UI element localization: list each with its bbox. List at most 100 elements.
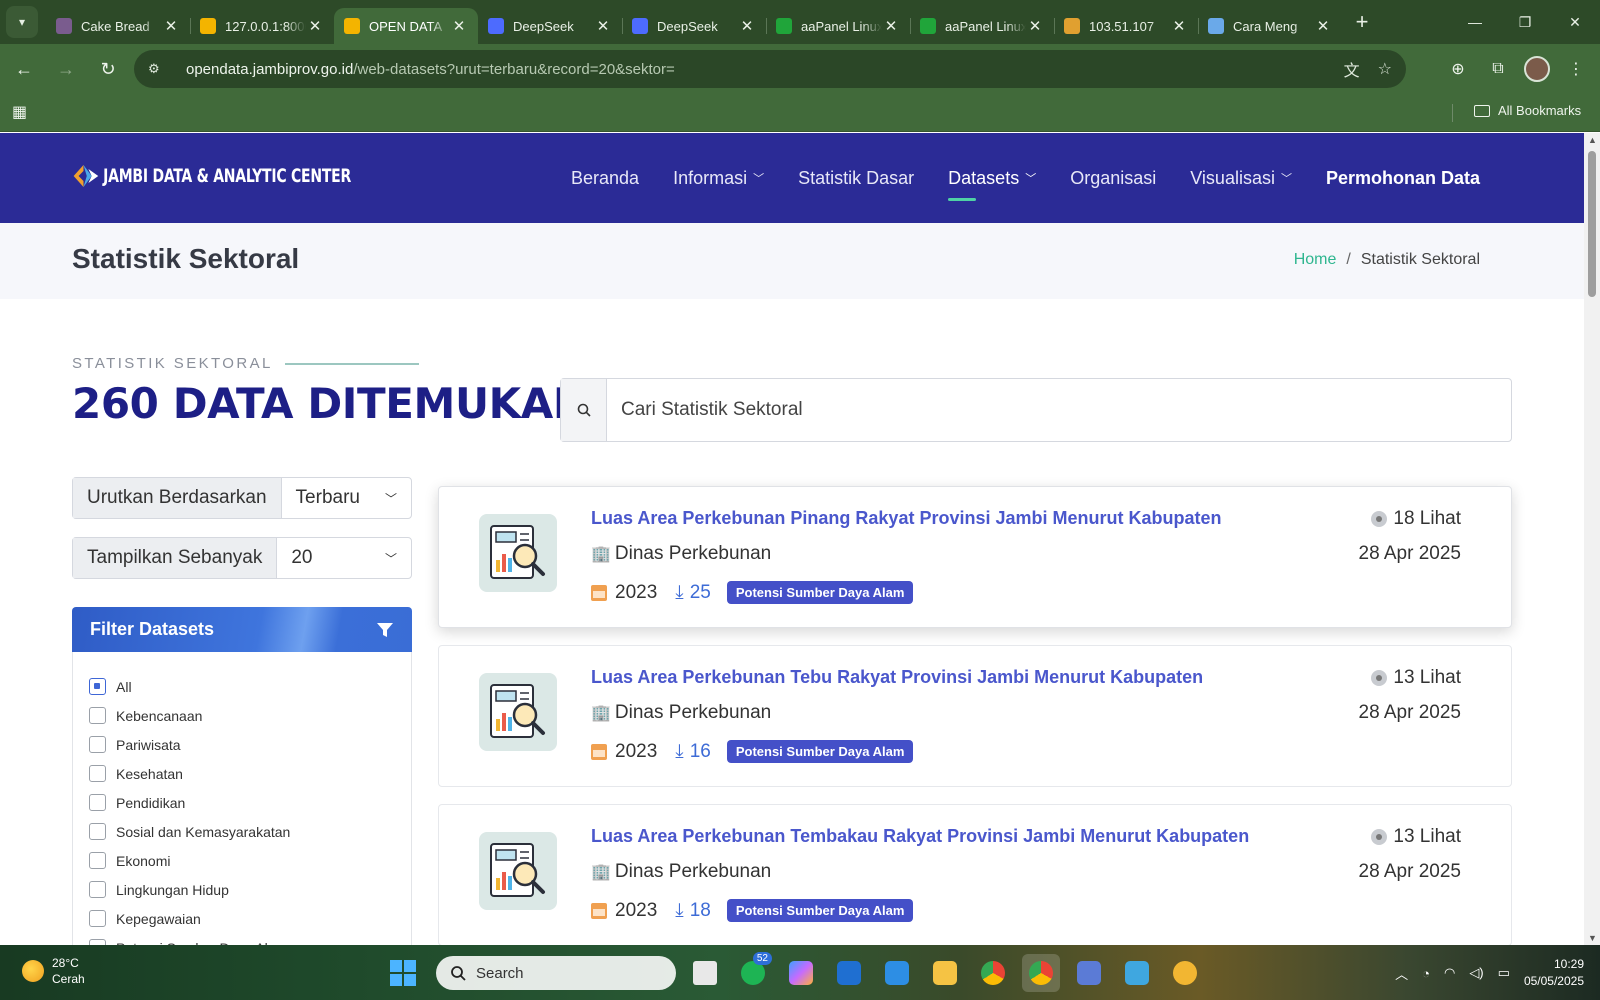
- scroll-down-icon[interactable]: ▼: [1588, 933, 1597, 943]
- wifi-icon[interactable]: ◠: [1444, 965, 1455, 981]
- close-tab-icon[interactable]: ✕: [450, 17, 468, 35]
- bookmark-star-icon[interactable]: ☆: [1378, 59, 1392, 79]
- restore-icon[interactable]: ❐: [1500, 0, 1550, 44]
- close-tab-icon[interactable]: ✕: [1314, 17, 1332, 35]
- filter-option[interactable]: Kesehatan: [89, 759, 290, 788]
- site-logo[interactable]: JAMBI DATA & ANALYTIC CENTER: [72, 161, 351, 191]
- site-info-icon[interactable]: ⚙: [148, 61, 166, 77]
- search-icon[interactable]: [561, 379, 607, 441]
- close-tab-icon[interactable]: ✕: [1170, 17, 1188, 35]
- close-window-icon[interactable]: ✕: [1550, 0, 1600, 44]
- nav-item[interactable]: Beranda: [571, 168, 639, 189]
- browser-tab[interactable]: OPEN DATA ✕: [334, 8, 478, 44]
- browser-tab[interactable]: aaPanel Linux ✕: [766, 8, 910, 44]
- browser-tab[interactable]: Cake Bread ✕: [46, 8, 190, 44]
- reload-icon[interactable]: ↻: [90, 51, 126, 87]
- nav-item[interactable]: Statistik Dasar: [798, 168, 914, 189]
- nav-item[interactable]: Organisasi: [1070, 168, 1156, 189]
- filter-option[interactable]: Potensi Sumber Daya Alam: [89, 933, 290, 945]
- taskbar-search[interactable]: Search: [436, 956, 676, 990]
- back-icon[interactable]: ←: [6, 51, 42, 87]
- address-bar[interactable]: ⚙ opendata.jambiprov.go.id/web-datasets?…: [134, 50, 1406, 88]
- chrome-icon[interactable]: [974, 954, 1012, 992]
- filter-option[interactable]: Sosial dan Kemasyarakatan: [89, 817, 290, 846]
- search-input[interactable]: [607, 379, 1511, 441]
- dataset-title-link[interactable]: Luas Area Perkebunan Tembakau Rakyat Pro…: [591, 826, 1249, 847]
- filter-funnel-icon[interactable]: [376, 621, 394, 639]
- notepad-icon[interactable]: [1118, 954, 1156, 992]
- task-view-icon[interactable]: [686, 954, 724, 992]
- extensions-puzzle-icon[interactable]: ⧉: [1484, 55, 1512, 83]
- filter-checkbox[interactable]: [89, 852, 106, 869]
- forward-icon[interactable]: →: [48, 51, 84, 87]
- browser-tab[interactable]: DeepSeek ✕: [622, 8, 766, 44]
- battery-icon[interactable]: ▭: [1498, 965, 1510, 981]
- filter-option[interactable]: Ekonomi: [89, 846, 290, 875]
- translate-icon[interactable]: 文: [1344, 57, 1360, 81]
- weather-widget[interactable]: 28°C Cerah: [22, 955, 85, 987]
- nav-item[interactable]: Datasets ﹀: [948, 168, 1036, 201]
- close-tab-icon[interactable]: ✕: [594, 17, 612, 35]
- copilot-icon[interactable]: [782, 954, 820, 992]
- filter-checkbox[interactable]: [89, 794, 106, 811]
- filter-option[interactable]: All: [89, 672, 290, 701]
- filter-option[interactable]: Pariwisata: [89, 730, 290, 759]
- browser-tab[interactable]: 127.0.0.1:8000 ✕: [190, 8, 334, 44]
- minimize-icon[interactable]: —: [1450, 0, 1500, 44]
- browser-tab[interactable]: aaPanel Linux ✕: [910, 8, 1054, 44]
- dataset-title-link[interactable]: Luas Area Perkebunan Pinang Rakyat Provi…: [591, 508, 1222, 529]
- scrollbar-thumb[interactable]: [1588, 151, 1596, 297]
- browser-tab[interactable]: DeepSeek ✕: [478, 8, 622, 44]
- page-size-select[interactable]: 20 ﹀: [277, 538, 411, 578]
- apps-grid-icon[interactable]: ▦: [12, 102, 27, 122]
- nav-item[interactable]: Informasi ﹀: [673, 168, 764, 189]
- url-text[interactable]: opendata.jambiprov.go.id/web-datasets?ur…: [186, 61, 675, 78]
- browser-menu-icon[interactable]: ⋮: [1562, 55, 1590, 83]
- filter-option[interactable]: Kepegawaian: [89, 904, 290, 933]
- clock[interactable]: 10:29 05/05/2025: [1524, 956, 1584, 990]
- tab-search-button[interactable]: ▾: [6, 6, 38, 38]
- whatsapp-icon[interactable]: 52: [734, 952, 772, 992]
- vscode-icon[interactable]: [878, 954, 916, 992]
- all-bookmarks-button[interactable]: All Bookmarks: [1474, 103, 1581, 118]
- volume-icon[interactable]: ◁): [1469, 965, 1483, 981]
- filter-checkbox[interactable]: [89, 736, 106, 753]
- microsoft-store-icon[interactable]: [830, 954, 868, 992]
- scroll-up-icon[interactable]: ▲: [1588, 135, 1597, 145]
- filter-checkbox[interactable]: [89, 881, 106, 898]
- file-explorer-icon[interactable]: [926, 954, 964, 992]
- profile-avatar[interactable]: [1524, 56, 1550, 82]
- add-extension-icon[interactable]: ⊕: [1444, 55, 1472, 83]
- close-tab-icon[interactable]: ✕: [738, 17, 756, 35]
- browser-tab[interactable]: 103.51.107 ✕: [1054, 8, 1198, 44]
- filter-checkbox[interactable]: [89, 678, 106, 695]
- sector-badge[interactable]: Potensi Sumber Daya Alam: [726, 581, 914, 604]
- new-tab-button[interactable]: +: [1348, 8, 1376, 36]
- page-scrollbar[interactable]: ▲ ▼: [1584, 133, 1600, 945]
- close-tab-icon[interactable]: ✕: [882, 17, 900, 35]
- windows-start-icon[interactable]: [390, 960, 416, 986]
- filter-checkbox[interactable]: [89, 707, 106, 724]
- close-tab-icon[interactable]: ✕: [306, 17, 324, 35]
- sector-badge[interactable]: Potensi Sumber Daya Alam: [726, 740, 914, 763]
- network-status-icon[interactable]: ◔: [1422, 966, 1430, 981]
- filter-checkbox[interactable]: [89, 823, 106, 840]
- chrome-profile-icon[interactable]: [1022, 954, 1060, 992]
- filter-checkbox[interactable]: [89, 910, 106, 927]
- nav-item[interactable]: Permohonan Data: [1326, 168, 1480, 189]
- filter-checkbox[interactable]: [89, 765, 106, 782]
- dataset-title-link[interactable]: Luas Area Perkebunan Tebu Rakyat Provins…: [591, 667, 1203, 688]
- filter-option[interactable]: Pendidikan: [89, 788, 290, 817]
- chevron-up-icon[interactable]: ︿: [1395, 964, 1408, 983]
- breadcrumb-home-link[interactable]: Home: [1294, 251, 1337, 268]
- nav-item[interactable]: Visualisasi ﹀: [1190, 168, 1292, 189]
- filter-option[interactable]: Lingkungan Hidup: [89, 875, 290, 904]
- filter-option[interactable]: Kebencanaan: [89, 701, 290, 730]
- app-icon[interactable]: [1166, 954, 1204, 992]
- close-tab-icon[interactable]: ✕: [1026, 17, 1044, 35]
- close-tab-icon[interactable]: ✕: [162, 17, 180, 35]
- sort-select[interactable]: Terbaru ﹀: [282, 478, 411, 518]
- browser-tab[interactable]: Cara Meng ✕: [1198, 8, 1342, 44]
- calculator-icon[interactable]: [1070, 954, 1108, 992]
- sector-badge[interactable]: Potensi Sumber Daya Alam: [726, 899, 914, 922]
